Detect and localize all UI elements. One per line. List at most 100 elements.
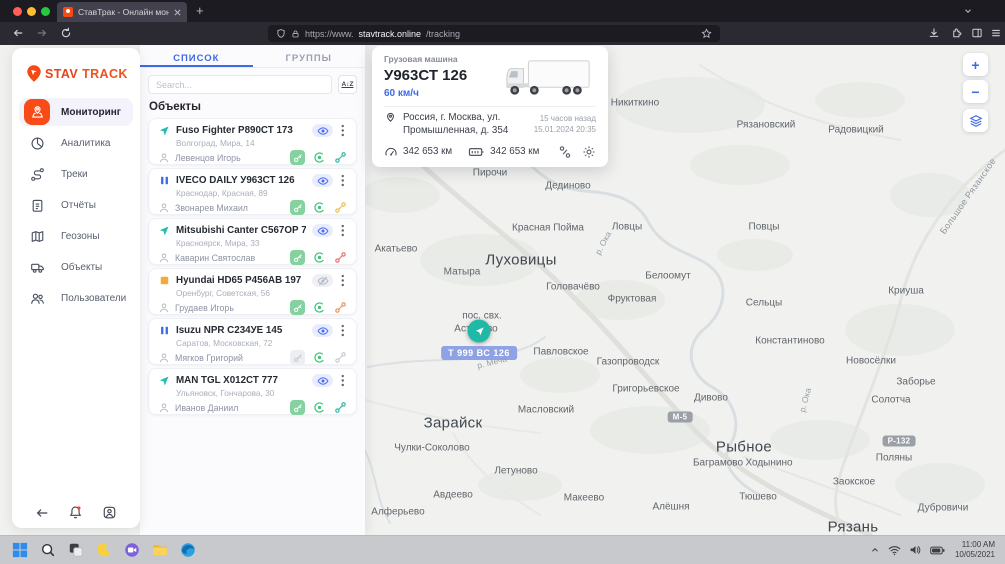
visibility-eye-button[interactable] [312, 274, 333, 287]
visibility-eye-button[interactable] [312, 324, 333, 337]
vehicle-card[interactable]: Fuso Fighter Р890СТ 173Волгоград, Мира, … [148, 118, 357, 165]
tab-title: СтавТрак - Онлайн мониторинг [78, 7, 169, 17]
search-icon[interactable] [38, 541, 57, 560]
vehicle-menu-button[interactable] [339, 374, 347, 387]
ignition-status-icon[interactable] [313, 151, 326, 164]
browser-tab[interactable]: СтавТрак - Онлайн мониторинг [57, 2, 187, 22]
sidebar-item-label: Объекты [61, 262, 102, 273]
explorer-icon[interactable] [150, 541, 169, 560]
vehicle-name: MAN TGL Х012СТ 777 [176, 375, 306, 386]
vehicle-card[interactable]: MAN TGL Х012СТ 777Ульяновск, Гончарова, … [148, 368, 357, 415]
vehicle-marker[interactable] [468, 320, 491, 343]
settings-gear-button[interactable] [582, 145, 596, 159]
tab-list-chevron-icon[interactable] [963, 6, 973, 16]
tab-groups[interactable]: ГРУППЫ [253, 45, 366, 67]
ignition-status-icon[interactable] [313, 401, 326, 414]
chevron-up-icon[interactable] [870, 545, 880, 555]
window-maximize-button[interactable] [41, 7, 50, 16]
ignition-status-icon[interactable] [313, 251, 326, 264]
tab-close-icon[interactable] [174, 9, 181, 16]
connection-icon[interactable] [334, 151, 347, 164]
vehicle-card[interactable]: Mitsubishi Canter С567ОР 790Красноярск, … [148, 218, 357, 265]
vehicle-card[interactable]: Hyundai HD65 Р456АВ 197Оренбург, Советск… [148, 268, 357, 315]
ignition-status-icon[interactable] [313, 301, 326, 314]
account-icon[interactable] [102, 505, 117, 520]
layers-button[interactable] [963, 109, 988, 132]
map-label: Солотча [871, 395, 910, 406]
vehicle-menu-button[interactable] [339, 274, 347, 287]
volume-icon[interactable] [909, 544, 922, 556]
vehicle-menu-button[interactable] [339, 174, 347, 187]
ignition-status-icon[interactable] [313, 201, 326, 214]
visibility-eye-button[interactable] [312, 174, 333, 187]
start-icon[interactable] [10, 541, 29, 560]
tab-list[interactable]: СПИСОК [140, 45, 253, 67]
forward-button[interactable] [36, 27, 48, 39]
vehicle-menu-button[interactable] [339, 324, 347, 337]
reload-button[interactable] [60, 27, 72, 39]
connection-icon[interactable] [334, 301, 347, 314]
vehicle-card[interactable]: IVECO DAILY У963СТ 126Краснодар, Красная… [148, 168, 357, 215]
back-arrow-icon[interactable] [35, 506, 49, 520]
key-icon[interactable] [290, 350, 305, 365]
driver-name: Мягков Григорий [175, 353, 283, 363]
bell-icon[interactable] [68, 505, 83, 520]
window-close-button[interactable] [13, 7, 22, 16]
url-bar[interactable]: https://www.stavtrack.online/tracking [268, 25, 720, 42]
system-tray [870, 544, 945, 556]
status-paused-icon [158, 325, 170, 336]
map-label: Повцы [749, 222, 780, 233]
visibility-eye-button[interactable] [312, 124, 333, 137]
key-icon[interactable] [290, 400, 305, 415]
sidebar-item-objects[interactable]: Объекты [19, 253, 133, 281]
night-icon[interactable] [94, 541, 113, 560]
new-tab-button[interactable]: + [196, 3, 204, 19]
vehicle-address: Оренбург, Советская, 56 [176, 287, 347, 299]
route-history-button[interactable] [558, 145, 572, 159]
map-label: Макеево [564, 493, 604, 504]
bookmark-star-icon[interactable] [701, 28, 712, 39]
wifi-icon[interactable] [888, 545, 901, 556]
vehicle-menu-button[interactable] [339, 124, 347, 137]
key-icon[interactable] [290, 200, 305, 215]
back-button[interactable] [12, 27, 24, 39]
sort-button[interactable]: A↕Z [338, 75, 357, 94]
visibility-eye-button[interactable] [312, 224, 333, 237]
vehicle-menu-button[interactable] [339, 224, 347, 237]
battery-icon[interactable] [930, 546, 945, 555]
map-label: Алёшня [652, 502, 689, 513]
objects-heading: Объекты [140, 97, 365, 118]
sidebar-item-geozones[interactable]: Геозоны [19, 222, 133, 250]
sidebar-item-users[interactable]: Пользователи [19, 284, 133, 312]
download-icon[interactable] [928, 27, 940, 39]
task-view-icon[interactable] [66, 541, 85, 560]
connection-icon[interactable] [334, 401, 347, 414]
sidebar-toggle-icon[interactable] [971, 27, 983, 39]
sidebar-item-tracks[interactable]: Треки [19, 160, 133, 188]
connection-icon[interactable] [334, 351, 347, 364]
zoom-in-button[interactable]: + [963, 53, 988, 76]
zoom-out-button[interactable]: − [963, 80, 988, 103]
chat-icon[interactable] [122, 541, 141, 560]
key-icon[interactable] [290, 150, 305, 165]
connection-icon[interactable] [334, 201, 347, 214]
edge-icon[interactable] [178, 541, 197, 560]
tracking-shield-icon[interactable] [276, 28, 286, 39]
lock-icon[interactable] [291, 29, 300, 39]
key-icon[interactable] [290, 300, 305, 315]
vehicle-name: IVECO DAILY У963СТ 126 [176, 175, 306, 186]
window-minimize-button[interactable] [27, 7, 36, 16]
key-icon[interactable] [290, 250, 305, 265]
ignition-status-icon[interactable] [313, 351, 326, 364]
visibility-eye-button[interactable] [312, 374, 333, 387]
vehicle-card[interactable]: Isuzu NPR С234УЕ 145Саратов, Московская,… [148, 318, 357, 365]
taskbar-clock[interactable]: 11:00 AM 10/05/2021 [955, 540, 995, 561]
search-input[interactable] [148, 75, 332, 94]
extensions-icon[interactable] [950, 27, 962, 39]
sidebar-item-analytics[interactable]: Аналитика [19, 129, 133, 157]
sidebar-item-monitoring[interactable]: Мониторинг [19, 98, 133, 126]
menu-icon[interactable] [990, 27, 1002, 39]
connection-icon[interactable] [334, 251, 347, 264]
sidebar-item-reports[interactable]: Отчёты [19, 191, 133, 219]
panel-tabs: СПИСОК ГРУППЫ [140, 45, 365, 68]
